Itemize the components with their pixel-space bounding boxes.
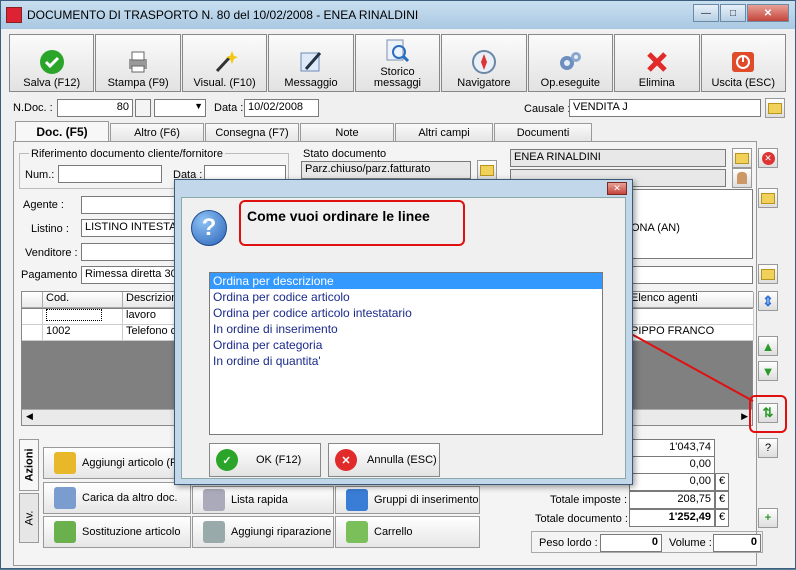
question-icon: ? [191,210,227,246]
dialog-close-button[interactable]: ✕ [607,182,627,195]
list-item[interactable]: Ordina per descrizione [210,273,602,289]
list-item[interactable]: In ordine di quantita' [210,353,602,369]
dialog-body: ? Come vuoi ordinare le linee Ordina per… [181,197,626,479]
list-item[interactable]: Ordina per codice articolo [210,289,602,305]
sort-options-list: Ordina per descrizione Ordina per codice… [209,272,603,435]
list-item[interactable]: In ordine di inserimento [210,321,602,337]
check-icon: ✓ [216,449,238,471]
dialog-question: Come vuoi ordinare le linee [247,208,430,224]
dialog-title-bar: ✕ [175,180,632,196]
ok-button[interactable]: ✓ OK (F12) [209,443,321,477]
cancel-icon: ✕ [335,449,357,471]
sort-lines-dialog: ✕ ? Come vuoi ordinare le linee Ordina p… [174,179,633,485]
list-item[interactable]: Ordina per codice articolo intestatario [210,305,602,321]
list-item[interactable]: Ordina per categoria [210,337,602,353]
main-window: DOCUMENTO DI TRASPORTO N. 80 del 10/02/2… [0,0,796,569]
cancel-button[interactable]: ✕ Annulla (ESC) [328,443,440,477]
